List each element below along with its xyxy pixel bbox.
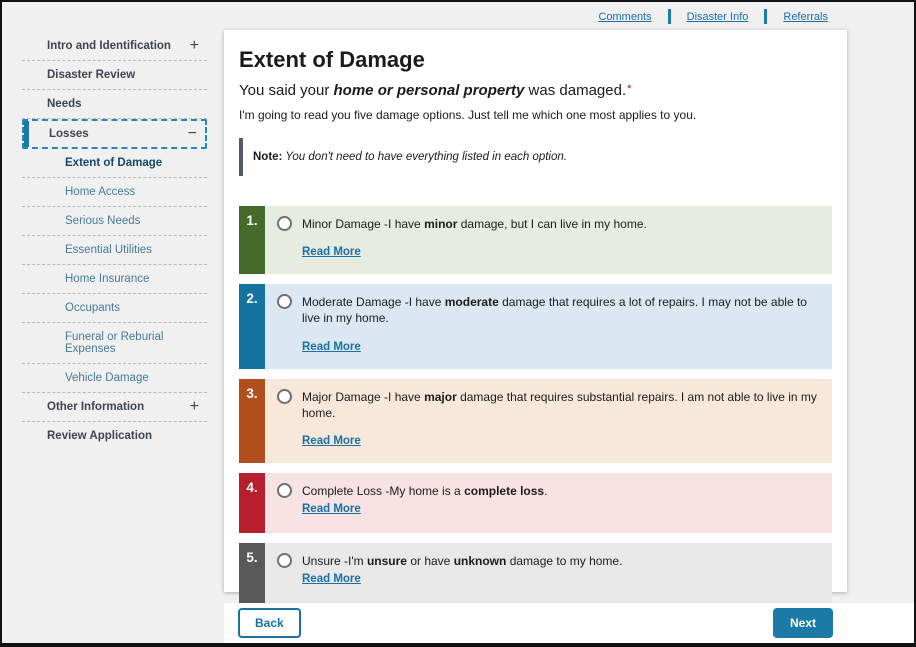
question-subtitle: You said your home or personal property …	[239, 82, 832, 99]
sidebar-item-label: Serious Needs	[65, 215, 140, 227]
option-number-tab: 3.	[239, 379, 265, 463]
note-label: Note:	[253, 151, 282, 163]
sidebar-item[interactable]: Disaster Review	[22, 61, 207, 90]
read-more-link[interactable]: Read More	[302, 435, 361, 447]
option-label: Minor Damage -I have minor damage, but I…	[302, 216, 647, 232]
radio-button[interactable]	[277, 553, 292, 568]
option-number-tab: 5.	[239, 543, 265, 603]
required-marker: *	[627, 83, 631, 95]
footer-bar: Back Next	[224, 603, 914, 643]
sidebar-item[interactable]: Home Insurance	[22, 265, 207, 294]
expand-icon[interactable]: +	[190, 38, 199, 54]
sidebar-item-label: Funeral or Reburial Expenses	[65, 331, 163, 355]
intro-text: I'm going to read you five damage option…	[239, 108, 832, 122]
option-body: Minor Damage -I have minor damage, but I…	[265, 206, 832, 274]
sidebar-item-label: Other Information	[47, 401, 144, 413]
sidebar-item-label: Intro and Identification	[47, 40, 171, 52]
subtitle-prefix: You said your	[239, 82, 334, 99]
sidebar-item-label: Needs	[47, 98, 82, 110]
read-more-link[interactable]: Read More	[302, 246, 361, 258]
collapse-icon[interactable]: −	[188, 126, 197, 142]
sidebar-nav: Intro and Identification + Disaster Revi…	[22, 32, 207, 450]
radio-button[interactable]	[277, 216, 292, 231]
damage-option-row: 3. Major Damage -I have major damage tha…	[239, 379, 832, 463]
option-label: Unsure -I'm unsure or have unknown damag…	[302, 553, 622, 569]
disaster-info-link[interactable]: Disaster Info	[687, 11, 749, 23]
application-window: Comments Disaster Info Referrals Intro a…	[0, 0, 916, 647]
sidebar-item[interactable]: Needs	[22, 90, 207, 119]
damage-options-list: 1. Minor Damage -I have minor damage, bu…	[239, 206, 832, 603]
back-button[interactable]: Back	[238, 608, 301, 638]
sidebar-item[interactable]: Other Information +	[22, 393, 207, 422]
damage-option-row: 1. Minor Damage -I have minor damage, bu…	[239, 206, 832, 274]
sidebar-item-label: Extent of Damage	[65, 157, 162, 169]
next-button[interactable]: Next	[773, 608, 833, 638]
option-label: Moderate Damage -I have moderate damage …	[302, 294, 820, 326]
option-body: Major Damage -I have major damage that r…	[265, 379, 832, 463]
sidebar-item[interactable]: Occupants	[22, 294, 207, 323]
sidebar-item-label: Occupants	[65, 302, 120, 314]
referrals-link[interactable]: Referrals	[783, 11, 828, 23]
damage-option-row: 5. Unsure -I'm unsure or have unknown da…	[239, 543, 832, 603]
read-more-link[interactable]: Read More	[302, 341, 361, 353]
sidebar-item-label: Home Access	[65, 186, 135, 198]
sidebar-item[interactable]: Serious Needs	[22, 207, 207, 236]
option-number-tab: 1.	[239, 206, 265, 274]
option-body: Moderate Damage -I have moderate damage …	[265, 284, 832, 368]
sidebar-item-label: Vehicle Damage	[65, 372, 149, 384]
comments-link[interactable]: Comments	[598, 11, 651, 23]
note-box: Note: You don't need to have everything …	[239, 138, 832, 176]
sidebar-item[interactable]: Essential Utilities	[22, 236, 207, 265]
sidebar-item[interactable]: Intro and Identification +	[22, 32, 207, 61]
radio-button[interactable]	[277, 389, 292, 404]
subtitle-suffix: was damaged.	[524, 82, 626, 99]
option-label: Major Damage -I have major damage that r…	[302, 389, 820, 421]
option-body: Complete Loss -My home is a complete los…	[265, 473, 832, 533]
sidebar-item-label: Review Application	[47, 430, 152, 442]
option-body: Unsure -I'm unsure or have unknown damag…	[265, 543, 832, 603]
top-nav: Comments Disaster Info Referrals	[598, 9, 828, 24]
option-label: Complete Loss -My home is a complete los…	[302, 483, 547, 499]
active-indicator-bar	[24, 121, 29, 147]
sidebar-item[interactable]: Vehicle Damage	[22, 364, 207, 393]
sidebar-item[interactable]: Losses −	[22, 119, 207, 149]
sidebar-item-label: Disaster Review	[47, 69, 135, 81]
sidebar-item-label: Losses	[49, 128, 89, 140]
read-more-link[interactable]: Read More	[302, 573, 361, 585]
sidebar-item[interactable]: Review Application	[22, 422, 207, 450]
nav-divider	[668, 9, 671, 24]
nav-divider	[764, 9, 767, 24]
sidebar-item[interactable]: Home Access	[22, 178, 207, 207]
option-number-tab: 2.	[239, 284, 265, 368]
read-more-link[interactable]: Read More	[302, 503, 361, 515]
subtitle-emphasis: home or personal property	[334, 82, 525, 99]
radio-button[interactable]	[277, 294, 292, 309]
sidebar-item[interactable]: Funeral or Reburial Expenses	[22, 323, 207, 364]
damage-option-row: 4. Complete Loss -My home is a complete …	[239, 473, 832, 533]
sidebar-item-label: Essential Utilities	[65, 244, 152, 256]
main-content-card: Extent of Damage You said your home or p…	[224, 30, 847, 592]
sidebar-item-label: Home Insurance	[65, 273, 149, 285]
damage-option-row: 2. Moderate Damage -I have moderate dama…	[239, 284, 832, 368]
option-number-tab: 4.	[239, 473, 265, 533]
page-title: Extent of Damage	[239, 47, 832, 73]
sidebar-item[interactable]: Extent of Damage	[22, 149, 207, 178]
expand-icon[interactable]: +	[190, 399, 199, 415]
note-text: You don't need to have everything listed…	[282, 151, 567, 163]
radio-button[interactable]	[277, 483, 292, 498]
